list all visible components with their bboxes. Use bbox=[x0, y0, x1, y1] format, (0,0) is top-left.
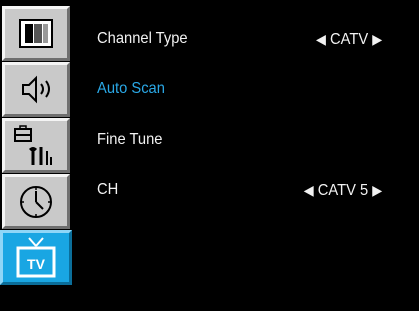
clock-icon bbox=[20, 186, 52, 218]
right-arrow-icon[interactable]: ▶ bbox=[372, 182, 382, 198]
menu-category-sidebar: TV bbox=[0, 0, 75, 287]
menu-item-label: CH bbox=[97, 181, 119, 198]
tab-time[interactable] bbox=[2, 174, 70, 229]
tab-tv[interactable]: TV bbox=[0, 230, 72, 285]
tv-icon-label: TV bbox=[27, 256, 46, 272]
sound-icon bbox=[22, 75, 50, 104]
picture-icon bbox=[19, 19, 53, 48]
menu-item-ch[interactable]: CH ◀ CATV 5 ▶ bbox=[97, 178, 393, 202]
menu-item-label: Fine Tune bbox=[97, 131, 163, 148]
left-arrow-icon[interactable]: ◀ bbox=[316, 31, 326, 47]
right-arrow-icon[interactable]: ▶ bbox=[372, 31, 382, 47]
menu-item-label: Channel Type bbox=[97, 30, 188, 47]
channel-type-value: CATV bbox=[330, 31, 369, 48]
menu-item-fine-tune[interactable]: Fine Tune bbox=[97, 128, 393, 152]
tv-settings-menu: Channel Type ◀ CATV ▶ Auto Scan Fine Tun… bbox=[97, 0, 419, 311]
channel-value: CATV 5 bbox=[317, 182, 369, 199]
tab-picture[interactable] bbox=[2, 6, 70, 61]
menu-item-label: Auto Scan bbox=[97, 80, 165, 97]
tab-setup[interactable] bbox=[2, 118, 70, 173]
tv-osd-menu: TV Channel Type ◀ CATV ▶ Auto Scan Fine … bbox=[0, 0, 419, 311]
channel-selector[interactable]: ◀ CATV 5 ▶ bbox=[304, 178, 382, 203]
channel-type-selector[interactable]: ◀ CATV ▶ bbox=[316, 27, 382, 52]
menu-item-channel-type[interactable]: Channel Type ◀ CATV ▶ bbox=[97, 27, 393, 51]
tv-icon: TV bbox=[16, 237, 56, 278]
menu-item-auto-scan[interactable]: Auto Scan bbox=[97, 77, 393, 101]
tab-sound[interactable] bbox=[2, 62, 70, 117]
setup-icon bbox=[14, 125, 52, 165]
left-arrow-icon[interactable]: ◀ bbox=[304, 182, 314, 198]
